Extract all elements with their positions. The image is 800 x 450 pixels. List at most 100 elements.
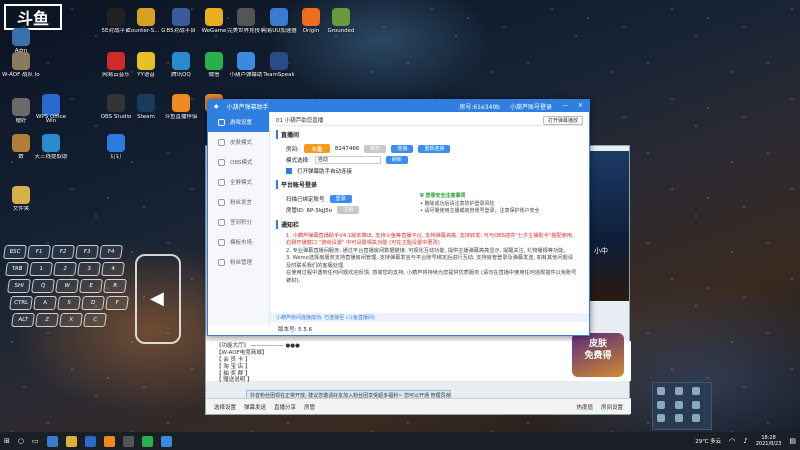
keyboard-key: F: [105, 296, 129, 310]
chat-bar-item[interactable]: 弹幕发送: [244, 403, 266, 411]
sidebar-item-icon: [218, 218, 225, 226]
sidebar-item[interactable]: 游戏设置: [208, 112, 269, 132]
tray-icon[interactable]: [657, 414, 665, 423]
obs-taskbar-icon[interactable]: [122, 435, 134, 447]
sidebar-item-icon: [218, 258, 225, 266]
ad-line: 免费得: [584, 350, 612, 361]
start-icon[interactable]: ⊞: [4, 437, 10, 445]
sidebar-item-icon: [218, 178, 225, 186]
desktop-icon-label: Counter-S... Global Off...: [127, 28, 165, 34]
desktop-icon[interactable]: Counter-S... Global Off...: [127, 8, 165, 35]
desktop-icon[interactable]: TeamSpeak: [260, 52, 298, 79]
edge-icon[interactable]: [46, 435, 58, 447]
reconnect-button[interactable]: 重新连接: [418, 144, 451, 153]
window-titlebar[interactable]: ◆ 小葫芦弹幕助手 房号:61e349b 小葫芦账号登录 — ✕: [208, 100, 589, 112]
desktop-icon[interactable]: 钉钉: [97, 134, 135, 161]
app-icon: [107, 8, 125, 26]
chat-message-area[interactable]: 《功能大厅》 —————— ●●● 【W-AOF电竞商城】【 会 员 卡 】【 淘…: [206, 341, 631, 383]
sidebar-item-icon: [218, 118, 225, 126]
section-heading: 通知栏: [276, 219, 583, 229]
keyboard-key: CTRL: [9, 296, 33, 310]
sidebar-item[interactable]: 皮肤模式: [208, 132, 269, 152]
logout-button[interactable]: 注销: [337, 205, 360, 214]
disconnect-button[interactable]: 断开: [364, 144, 387, 153]
video-tag: 小中: [594, 247, 608, 255]
clock-date: 2021/8/23: [755, 441, 782, 447]
network-icon[interactable]: ◠: [729, 437, 735, 445]
sidebar-item[interactable]: 粉丝发言: [208, 192, 269, 212]
search-icon[interactable]: ○: [18, 437, 24, 445]
desktop-icon[interactable]: 文件夹: [2, 186, 40, 213]
tip-item: 删除成功后请注意防护登录风险: [424, 200, 495, 207]
chat-bar-item[interactable]: 选择设置: [214, 403, 236, 411]
desktop-icon-label: 钉钉: [110, 154, 122, 160]
danmaku-taskbar-icon[interactable]: [160, 435, 172, 447]
weather-label[interactable]: 29℃ 多云: [695, 437, 721, 445]
mode-select[interactable]: 自动: [314, 155, 381, 164]
tray-icon[interactable]: [674, 414, 683, 423]
desktop-icon[interactable]: Steam: [127, 94, 165, 121]
tray-flyout[interactable]: [652, 382, 712, 430]
refresh-button[interactable]: 刷新: [385, 155, 408, 164]
connect-button[interactable]: 连接: [391, 144, 414, 153]
sidebar-item-icon: [218, 198, 225, 206]
sidebar-item[interactable]: 全屏模式: [208, 172, 269, 192]
tray-icon[interactable]: [692, 414, 701, 423]
chat-bar-item[interactable]: 热度值: [576, 403, 593, 411]
chat-bar-item[interactable]: 直播分享: [274, 403, 296, 411]
tray-icon[interactable]: [692, 400, 701, 409]
tray-icon[interactable]: [692, 387, 701, 395]
keyboard-key: 2: [53, 262, 77, 276]
douyu-taskbar-icon[interactable]: [103, 435, 115, 447]
account-login-link[interactable]: 小葫芦账号登录: [510, 102, 552, 111]
task-view-icon[interactable]: ▭: [32, 437, 39, 445]
tray-icon[interactable]: [657, 387, 665, 395]
app-icon: [12, 52, 30, 70]
app-icon: [237, 52, 255, 70]
tray-icon[interactable]: [657, 400, 665, 409]
ad-line: 皮肤: [588, 339, 607, 349]
volume-icon[interactable]: ♪: [743, 437, 747, 445]
login-button[interactable]: 登录: [329, 194, 352, 203]
sidebar-item[interactable]: 模板市场: [208, 232, 269, 252]
app-icon: [270, 8, 288, 26]
keyboard-key: 3: [77, 262, 101, 276]
desktop-icon-label: YY语音: [137, 72, 155, 78]
desktop-icon[interactable]: Adm: [2, 28, 40, 55]
sidebar-item-label: 皮肤模式: [230, 140, 253, 146]
desktop-icon[interactable]: WPS Office: [32, 94, 70, 121]
open-danmaku-button[interactable]: 打开弹幕播放: [542, 115, 583, 125]
notice-line: 右侧开播窗口 "游戏设置" 中可设置相关功能 (可在主题设置中更改): [286, 240, 440, 247]
live-room-section: 直播间 房间: 斗鱼 8247466 断开 连接 重新连接 模式选择: 自动 刷…: [276, 130, 583, 176]
section-heading: 直播间: [276, 130, 583, 139]
keyboard-key: D: [81, 296, 105, 310]
tray-icon[interactable]: [674, 387, 683, 395]
minimize-icon[interactable]: —: [562, 102, 568, 111]
app-icon: [205, 8, 223, 26]
token-label: 房管ID: 6P-3lqJ5o: [286, 207, 333, 214]
notification-icon[interactable]: ▤: [789, 437, 796, 445]
sidebar-item[interactable]: OBS模式: [208, 152, 269, 172]
app-icon: [172, 8, 190, 26]
desktop-icon-label: 文件夹: [12, 206, 30, 212]
wechat-taskbar-icon[interactable]: [141, 435, 153, 447]
chat-bar-item[interactable]: 房管: [304, 403, 315, 411]
auto-connect-checkbox[interactable]: [286, 167, 292, 174]
close-icon[interactable]: ✕: [578, 102, 583, 111]
keyboard-key: R: [103, 279, 127, 293]
desktop-icon[interactable]: YY语音: [127, 52, 165, 79]
tray-icon[interactable]: [674, 400, 683, 409]
desktop-icon[interactable]: 天三线提取助: [32, 134, 70, 161]
folder-icon[interactable]: [65, 435, 77, 447]
clock[interactable]: 18:28 2021/8/23: [756, 435, 782, 448]
sidebar-item[interactable]: 粉丝管理: [208, 252, 269, 272]
sidebar-item[interactable]: 签到积分: [208, 212, 269, 232]
app-icon: [107, 94, 125, 112]
app-icon: [12, 186, 30, 204]
skin-promo-ad[interactable]: 皮肤 免费得: [572, 333, 624, 377]
desktop-icon[interactable]: W-AOF 战队 logo: [2, 52, 40, 79]
desktop-icon[interactable]: Grounded: [322, 8, 360, 35]
chat-bar-item[interactable]: 房间设置: [601, 403, 623, 411]
store-icon[interactable]: [84, 435, 96, 447]
sidebar-item-label: 粉丝管理: [230, 260, 253, 266]
